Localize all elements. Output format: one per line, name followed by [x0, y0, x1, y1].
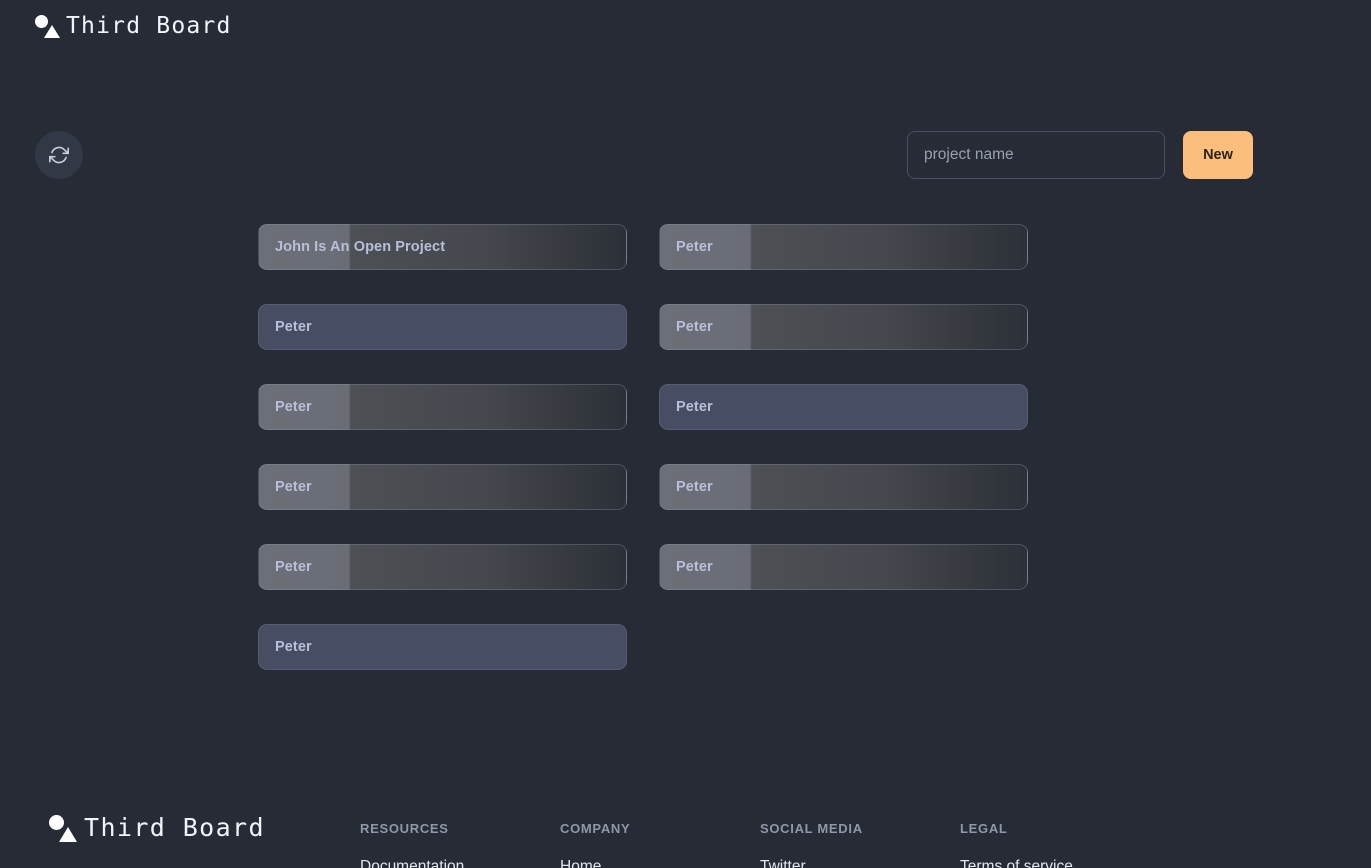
refresh-button[interactable] [35, 131, 83, 179]
footer-brand-name: Third Board [84, 812, 265, 842]
project-grid-empty-cell [659, 624, 1028, 670]
refresh-icon [49, 145, 69, 165]
project-name-input[interactable] [907, 131, 1165, 179]
footer-column-title: COMPANY [560, 821, 631, 836]
project-card-label: Peter [275, 639, 312, 655]
site-footer: Third Board RESOURCESDocumentationFAQCOM… [0, 760, 1371, 868]
project-card-label: Peter [676, 239, 713, 255]
project-card-label: Peter [275, 479, 312, 495]
footer-column-resources: RESOURCESDocumentationFAQ [360, 788, 560, 868]
project-list: John Is An Open Project Peter Peter Peter Pe… [258, 224, 1028, 670]
project-card-label: Peter [275, 559, 312, 575]
footer-column-title: RESOURCES [360, 821, 449, 836]
project-card-label: John Is An Open Project [275, 239, 446, 255]
project-card[interactable]: Peter [659, 224, 1028, 270]
project-card[interactable]: Peter [258, 464, 627, 510]
footer-column-legal: LEGALTerms of servicePrivacy policy [960, 788, 1160, 868]
footer-link-home[interactable]: Home [560, 858, 760, 868]
footer-brand-logo[interactable]: Third Board [48, 788, 360, 844]
circle-triangle-logo-icon [34, 11, 64, 41]
project-card[interactable]: Peter [659, 304, 1028, 350]
project-card-label: Peter [275, 319, 312, 335]
new-project-button[interactable]: New [1183, 131, 1253, 179]
project-card[interactable]: Peter [258, 624, 627, 670]
footer-column-social-media: SOCIAL MEDIATwitterDiscord [760, 788, 960, 868]
footer-column-company: COMPANYHomeBlog [560, 788, 760, 868]
project-card[interactable]: Peter [659, 464, 1028, 510]
project-card[interactable]: Peter [659, 544, 1028, 590]
footer-column-title: SOCIAL MEDIA [760, 821, 863, 836]
footer-link-documentation[interactable]: Documentation [360, 858, 560, 868]
circle-triangle-logo-icon [48, 810, 82, 844]
brand-logo[interactable]: Third Board [34, 11, 232, 41]
project-card-label: Peter [676, 319, 713, 335]
project-card-label: Peter [676, 479, 713, 495]
footer-link-twitter[interactable]: Twitter [760, 858, 960, 868]
project-card[interactable]: Peter [258, 304, 627, 350]
project-card-label: Peter [676, 559, 713, 575]
footer-column-title: LEGAL [960, 821, 1008, 836]
footer-columns: RESOURCESDocumentationFAQCOMPANYHomeBlog… [360, 788, 1160, 868]
brand-name: Third Board [66, 13, 232, 39]
project-card[interactable]: Peter [258, 544, 627, 590]
project-card[interactable]: John Is An Open Project [258, 224, 627, 270]
project-card-label: Peter [275, 399, 312, 415]
project-card[interactable]: Peter [659, 384, 1028, 430]
footer-link-terms-of-service[interactable]: Terms of service [960, 858, 1160, 868]
site-header: Third Board [0, 0, 1371, 52]
toolbar: New [0, 131, 1371, 187]
project-card-label: Peter [676, 399, 713, 415]
project-card[interactable]: Peter [258, 384, 627, 430]
